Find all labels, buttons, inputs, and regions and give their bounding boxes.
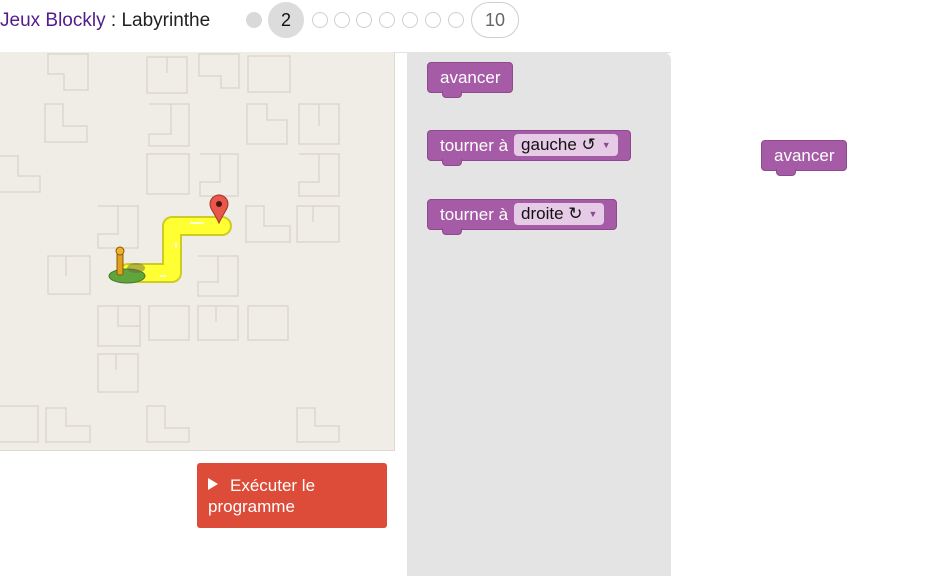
play-icon — [208, 478, 218, 490]
toolbox-flyout[interactable]: avancer tourner à gauche ↺ ▼ tourner à droi… — [407, 52, 671, 576]
dropdown-value: droite ↻ — [521, 204, 583, 223]
block-label: avancer — [774, 146, 835, 165]
level-6-link[interactable] — [379, 12, 395, 28]
workspace-block-move-forward[interactable]: avancer — [761, 140, 848, 176]
level-1-link[interactable] — [246, 12, 262, 28]
maze-svg — [0, 53, 340, 443]
level-2-link[interactable]: 2 — [268, 2, 304, 38]
direction-dropdown[interactable]: droite ↻ ▼ — [514, 203, 605, 225]
header: Jeux Blockly : Labyrinthe 2 10 — [0, 0, 935, 53]
run-program-button[interactable]: Exécuter le programme — [197, 463, 387, 528]
title-separator: : — [105, 10, 122, 31]
level-3-link[interactable] — [312, 12, 328, 28]
page-title: Jeux Blockly : Labyrinthe — [0, 9, 210, 33]
game-name: Labyrinthe — [121, 10, 211, 31]
block-turn-right[interactable]: tourner à droite ↻ ▼ — [427, 199, 618, 235]
block-label: avancer — [440, 68, 501, 87]
maze-canvas — [0, 52, 395, 451]
level-10-link[interactable]: 10 — [471, 2, 519, 38]
app-name-link[interactable]: Jeux Blockly — [0, 10, 106, 31]
level-5-link[interactable] — [356, 12, 372, 28]
block-turn-left[interactable]: tourner à gauche ↺ ▼ — [427, 130, 631, 166]
block-label: tourner à — [440, 205, 509, 224]
level-8-link[interactable] — [425, 12, 441, 28]
dropdown-arrow-icon: ▼ — [588, 209, 598, 219]
run-button-label: Exécuter le programme — [208, 476, 316, 516]
direction-dropdown[interactable]: gauche ↺ ▼ — [514, 134, 618, 156]
block-move-forward[interactable]: avancer — [427, 62, 514, 98]
dropdown-arrow-icon: ▼ — [601, 140, 611, 150]
dropdown-value: gauche ↺ — [521, 135, 596, 154]
level-7-link[interactable] — [402, 12, 418, 28]
level-4-link[interactable] — [334, 12, 350, 28]
level-9-link[interactable] — [448, 12, 464, 28]
block-label: tourner à — [440, 136, 509, 155]
blockly-workspace[interactable]: avancer — [671, 52, 935, 576]
